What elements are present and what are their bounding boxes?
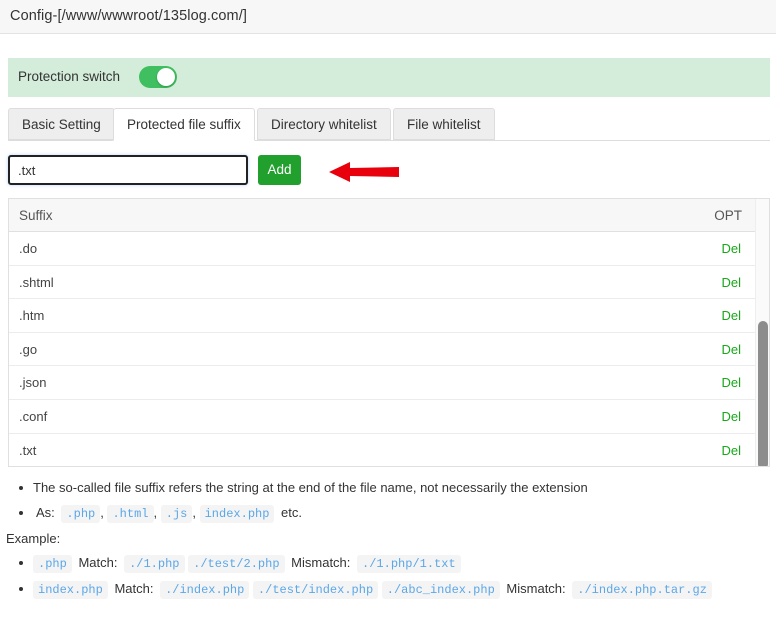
- code-token: ./index.php: [160, 581, 250, 599]
- delete-link[interactable]: Del: [721, 342, 741, 357]
- code-token: ./index.php.tar.gz: [572, 581, 712, 599]
- table-row[interactable]: .json Del: [9, 366, 769, 400]
- table-header-row: Suffix OPT: [9, 199, 769, 232]
- cell-suffix: .shtml: [19, 274, 54, 290]
- column-header-opt: OPT: [714, 208, 742, 223]
- delete-link[interactable]: Del: [721, 308, 741, 323]
- table-row[interactable]: .go Del: [9, 333, 769, 367]
- delete-link[interactable]: Del: [721, 443, 741, 458]
- mismatch-label: Mismatch:: [506, 581, 566, 596]
- scrollbar-thumb[interactable]: [758, 321, 768, 466]
- code-token: .html: [107, 505, 154, 523]
- code-token: ./test/index.php: [252, 581, 379, 599]
- code-token: ./abc_index.php: [381, 581, 500, 599]
- table-row[interactable]: .conf Del: [9, 400, 769, 434]
- code-token: ./1.php: [124, 555, 185, 573]
- toggle-knob: [157, 68, 175, 86]
- match-label: Match:: [114, 581, 154, 596]
- window-titlebar: Config-[/www/wwwroot/135log.com/]: [0, 0, 776, 34]
- as-prefix: As:: [36, 505, 55, 520]
- code-token: .php: [61, 505, 101, 523]
- mismatch-label: Mismatch:: [291, 555, 351, 570]
- annotation-arrow-add: [329, 162, 399, 182]
- table-row[interactable]: .do Del: [9, 232, 769, 266]
- table-row[interactable]: .shtml Del: [9, 266, 769, 300]
- tab-basic-setting[interactable]: Basic Setting: [8, 108, 115, 140]
- protection-switch-label: Protection switch: [18, 69, 121, 84]
- cell-suffix: .go: [19, 341, 38, 357]
- protection-switch-toggle[interactable]: [139, 66, 177, 88]
- help-notes: The so-called file suffix refers the str…: [0, 480, 776, 607]
- note-example-php: .php Match: ./1.php ./test/2.php Mismatc…: [0, 555, 776, 573]
- config-page: Config-[/www/wwwroot/135log.com/] Protec…: [0, 0, 776, 620]
- delete-link[interactable]: Del: [721, 241, 741, 256]
- page-title: Config-[/www/wwwroot/135log.com/]: [10, 8, 247, 24]
- tab-directory-whitelist[interactable]: Directory whitelist: [257, 108, 391, 140]
- note-definition-text: The so-called file suffix refers the str…: [33, 480, 588, 495]
- tab-bar: Basic Setting Protected file suffix Dire…: [8, 108, 770, 141]
- note-definition: The so-called file suffix refers the str…: [0, 480, 776, 496]
- code-token: .php: [33, 555, 72, 573]
- note-examples-as: As: .php, .html, .js, index.php etc.: [0, 505, 776, 523]
- example-label: Example:: [6, 531, 61, 546]
- table-row[interactable]: .txt Del: [9, 434, 769, 466]
- cell-suffix: .txt: [19, 442, 37, 458]
- cell-suffix: .do: [19, 241, 38, 256]
- code-token: .js: [160, 505, 193, 523]
- add-button[interactable]: Add: [258, 155, 301, 185]
- protection-switch-banner: Protection switch: [8, 58, 770, 97]
- cell-suffix: .conf: [19, 408, 48, 424]
- tab-protected-file-suffix[interactable]: Protected file suffix: [113, 108, 255, 141]
- as-suffix: etc.: [281, 505, 303, 520]
- code-token: index.php: [199, 505, 275, 523]
- suffix-input[interactable]: [8, 155, 248, 185]
- cell-suffix: .htm: [19, 308, 45, 324]
- code-token: ./test/2.php: [188, 555, 285, 573]
- table-row[interactable]: .htm Del: [9, 299, 769, 333]
- suffix-table: Suffix OPT .do Del .shtml Del .htm Del .…: [8, 198, 770, 467]
- delete-link[interactable]: Del: [721, 409, 741, 424]
- tab-file-whitelist[interactable]: File whitelist: [393, 108, 495, 140]
- column-header-suffix: Suffix: [19, 208, 53, 223]
- code-token: ./1.php/1.txt: [357, 555, 461, 573]
- delete-link[interactable]: Del: [721, 375, 741, 390]
- match-label: Match:: [78, 555, 118, 570]
- note-example-index-php: index.php Match: ./index.php ./test/inde…: [0, 581, 776, 599]
- delete-link[interactable]: Del: [721, 275, 741, 290]
- code-token: index.php: [33, 581, 108, 599]
- table-scrollbar[interactable]: [755, 199, 769, 466]
- cell-suffix: .json: [19, 375, 47, 391]
